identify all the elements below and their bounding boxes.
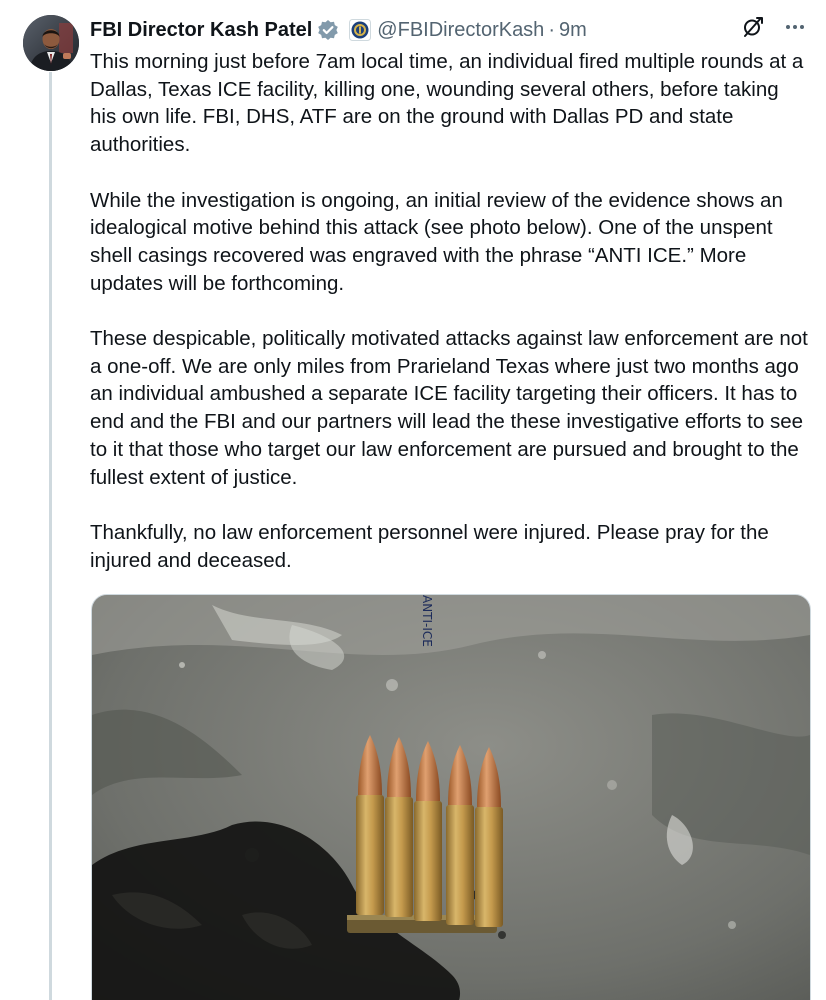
tweet-photo[interactable]: ANTI-ICE xyxy=(91,594,811,1000)
more-options-icon[interactable] xyxy=(780,12,810,42)
grok-icon[interactable] xyxy=(738,12,768,42)
thread-line xyxy=(49,72,52,1000)
tweet-text: This morning just before 7am local time,… xyxy=(90,48,810,602)
tweet-paragraph-3: These despicable, politically motivated … xyxy=(90,327,808,489)
tweet-header: FBI Director Kash Patel @FBIDirectorKash… xyxy=(90,14,587,46)
separator-dot: · xyxy=(548,18,555,41)
tweet-paragraph-4: Thankfully, no law enforcement personnel… xyxy=(90,520,769,572)
tweet-paragraph-2: While the investigation is ongoing, an i… xyxy=(90,188,783,295)
tweet-container: FBI Director Kash Patel @FBIDirectorKash… xyxy=(0,0,826,1000)
header-actions xyxy=(738,12,810,42)
timestamp[interactable]: 9m xyxy=(559,19,587,42)
casing-engraving: ANTI-ICE xyxy=(420,595,434,647)
author-handle[interactable]: @FBIDirectorKash xyxy=(377,19,544,42)
tweet-paragraph-1: This morning just before 7am local time,… xyxy=(90,50,804,157)
fbi-seal-icon[interactable] xyxy=(349,19,372,41)
avatar[interactable] xyxy=(23,15,79,71)
author-name[interactable]: FBI Director Kash Patel xyxy=(90,19,312,42)
verified-badge-icon xyxy=(317,19,339,41)
